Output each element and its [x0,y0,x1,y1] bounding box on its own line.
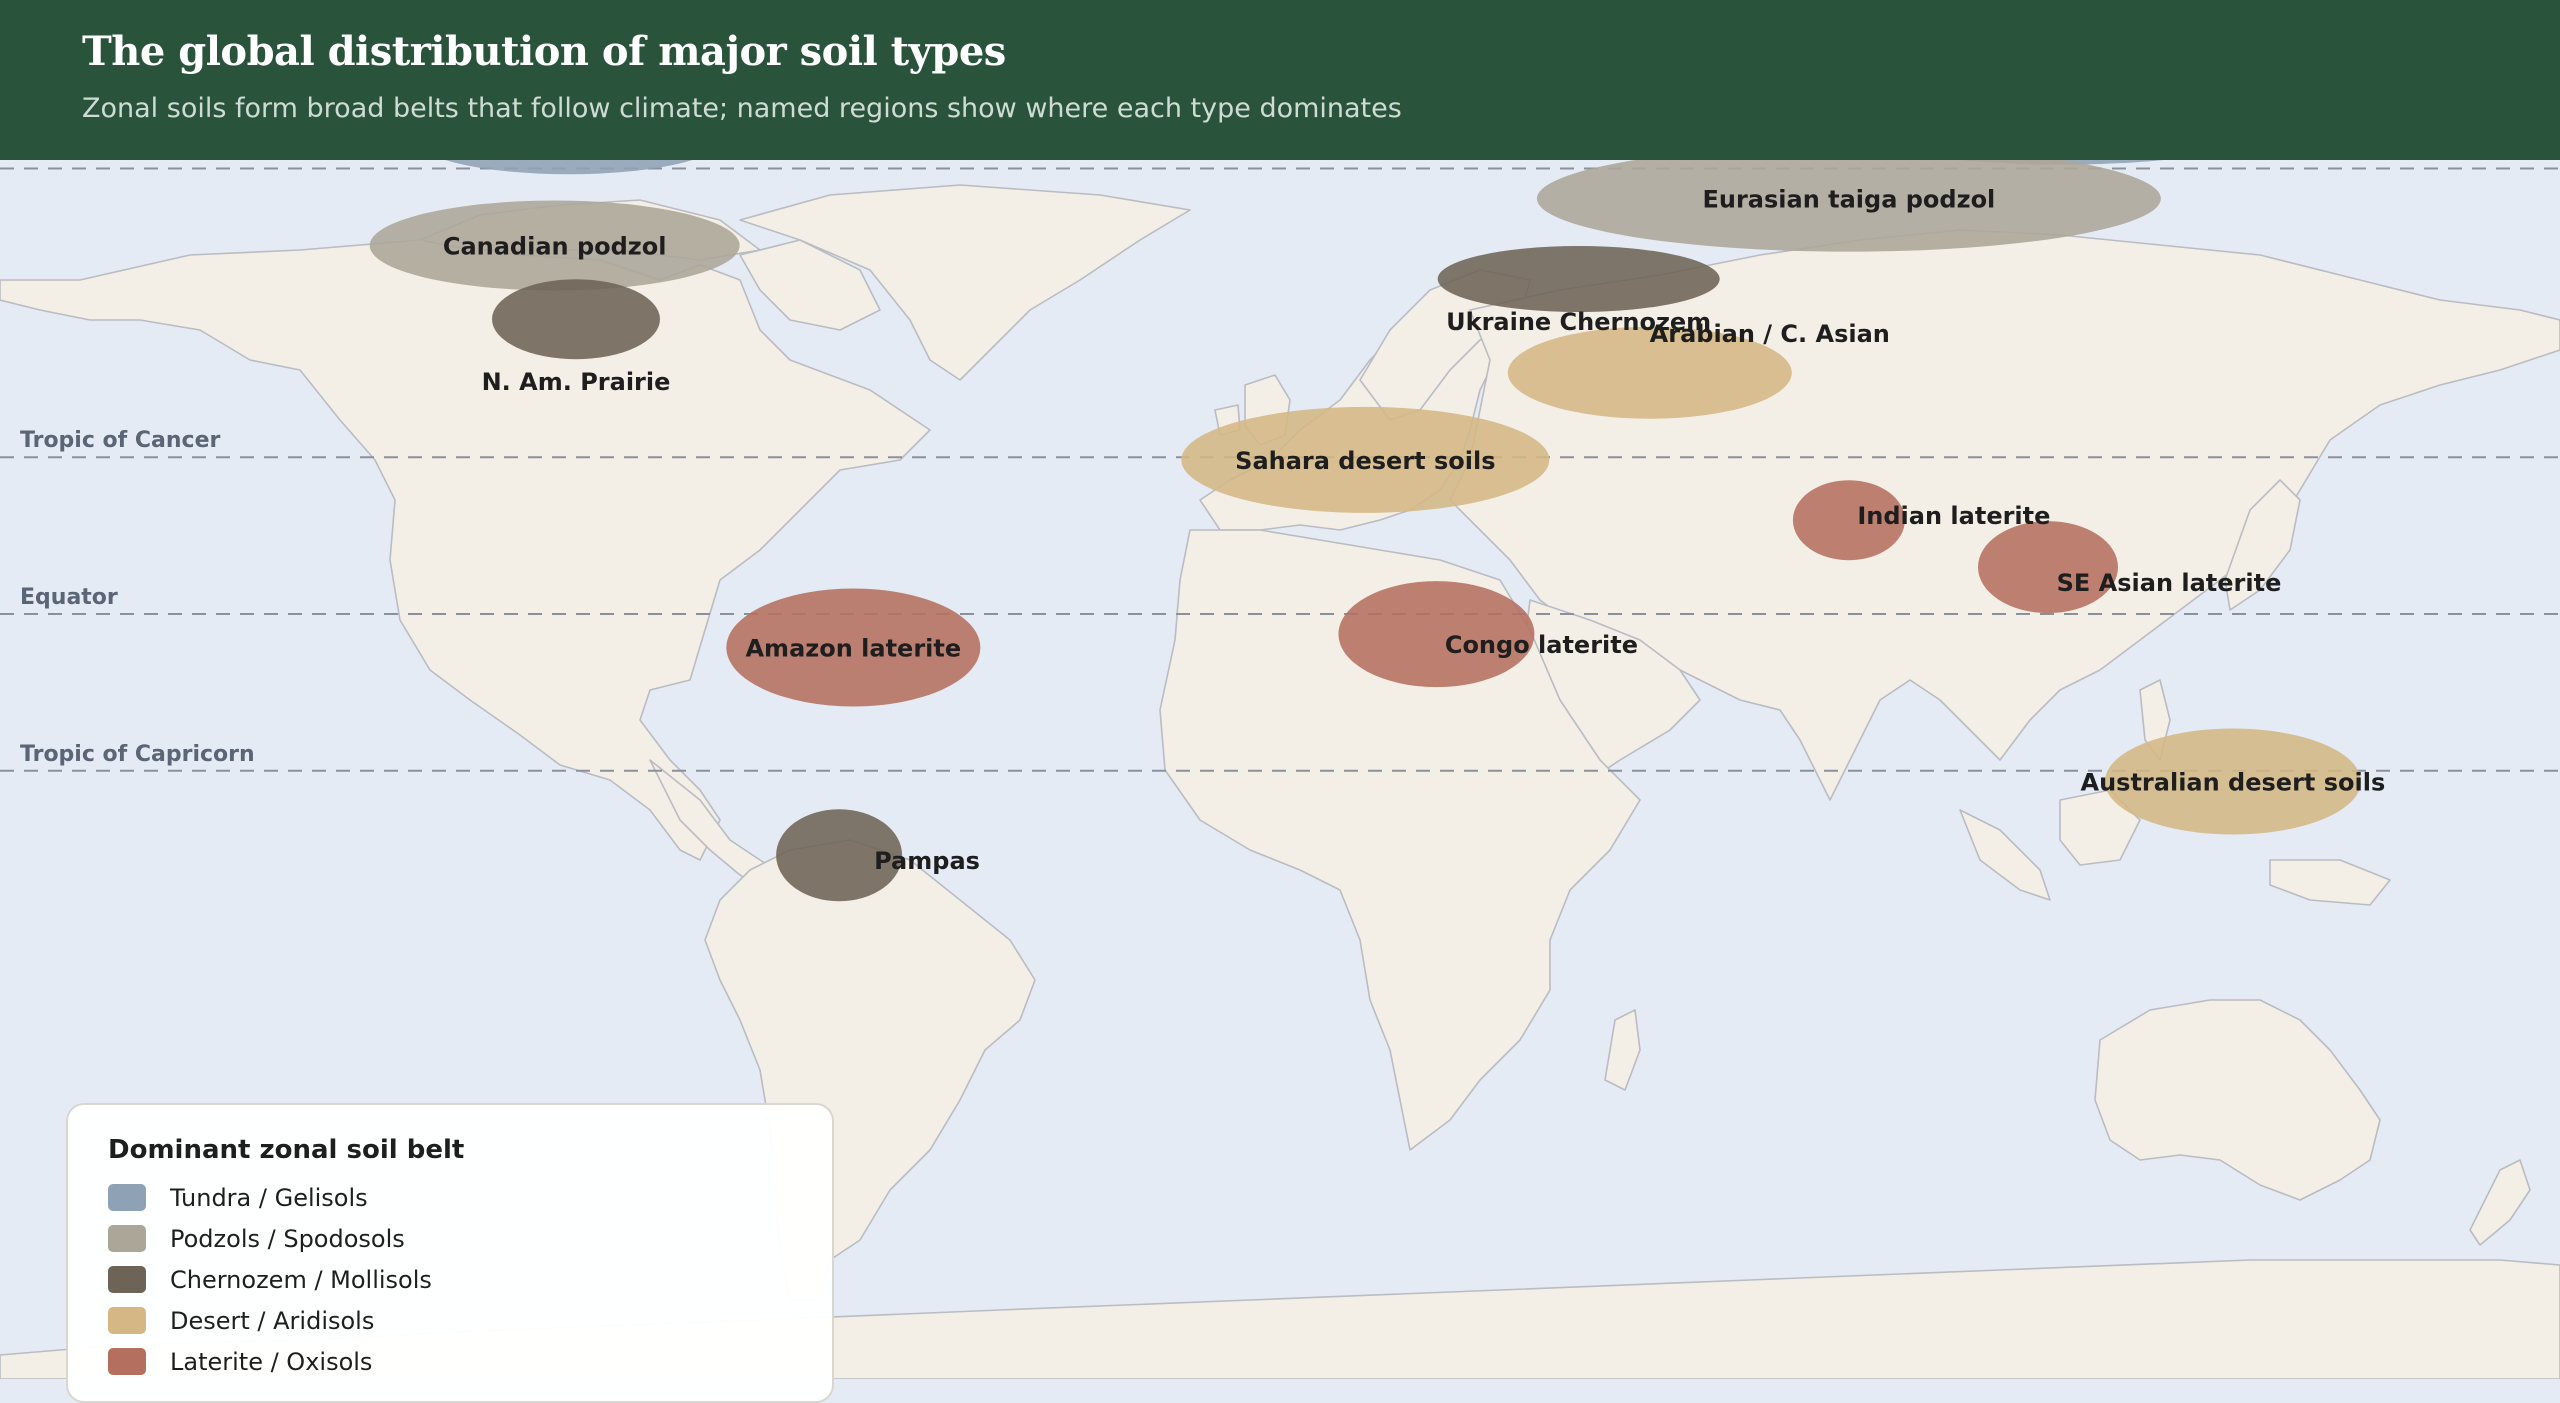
legend-panel: Dominant zonal soil belt Tundra / Geliso… [66,1103,834,1403]
soil-region-label: Amazon laterite [745,635,961,663]
legend-item-podzol: Podzols / Spodosols [108,1218,832,1259]
soil-region-label: SE Asian laterite [2057,569,2282,597]
legend-label: Chernozem / Mollisols [170,1265,432,1294]
soil-region-chernozem[interactable] [1437,246,1720,312]
soil-region-label: Indian laterite [1857,502,2050,530]
legend-label: Tundra / Gelisols [170,1183,368,1212]
reference-line-label: Arctic Circle [20,160,170,164]
legend-swatch [108,1348,146,1375]
reference-line-label: Tropic of Capricorn [20,742,255,767]
legend-swatch [108,1307,146,1334]
soil-region-label: Australian desert soils [2081,769,2386,797]
legend-list: Tundra / Gelisols Podzols / Spodosols Cher… [108,1177,832,1382]
soil-region-chernozem[interactable] [492,279,660,360]
reference-line-label: Tropic of Cancer [20,428,221,453]
legend-item-desert: Desert / Aridisols [108,1300,832,1341]
soil-region-label: Arabian / C. Asian [1650,320,1890,348]
legend-item-tundra: Tundra / Gelisols [108,1177,832,1218]
legend-swatch [108,1266,146,1293]
legend-label: Podzols / Spodosols [170,1224,405,1253]
legend-item-laterite: Laterite / Oxisols [108,1341,832,1382]
soil-region-label: Congo laterite [1445,631,1638,659]
page-header: The global distribution of major soil ty… [0,0,2560,160]
legend-label: Laterite / Oxisols [170,1347,373,1376]
reference-line-label: Equator [20,585,118,610]
legend-item-chernozem: Chernozem / Mollisols [108,1259,832,1300]
legend-swatch [108,1184,146,1211]
soil-region-label: Eurasian taiga podzol [1702,186,1995,214]
page-title: The global distribution of major soil ty… [82,28,1006,75]
soil-region-label: Canadian podzol [443,233,667,261]
page-subtitle: Zonal soils form broad belts that follow… [82,93,1402,124]
soil-region-laterite[interactable] [1978,521,2118,614]
soil-region-label: Pampas [874,847,980,875]
legend-title: Dominant zonal soil belt [108,1135,465,1165]
soil-region-label: N. Am. Prairie [482,368,671,396]
legend-label: Desert / Aridisols [170,1306,375,1335]
legend-swatch [108,1225,146,1252]
soil-region-label: Sahara desert soils [1235,447,1495,475]
